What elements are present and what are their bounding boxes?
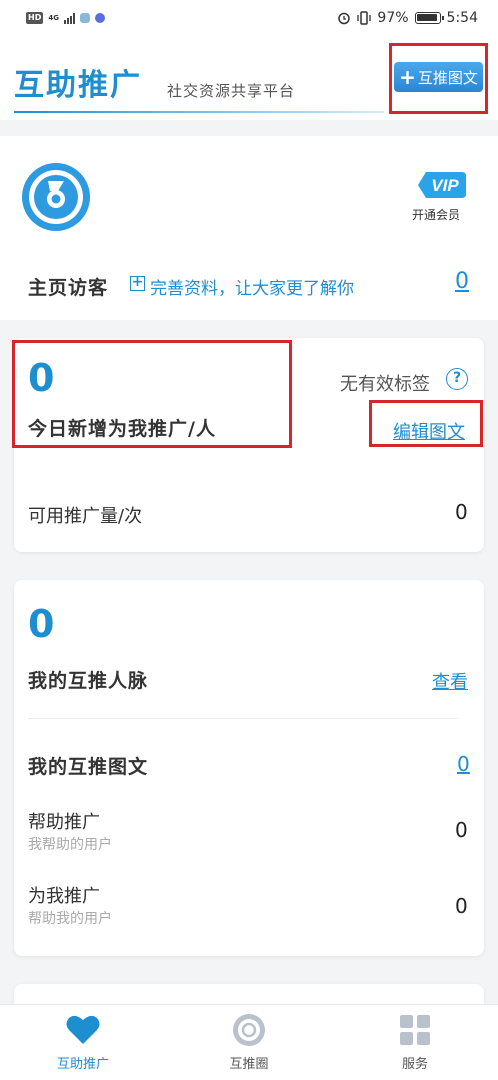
title-underline	[14, 111, 384, 113]
promo-card: 0 今日新增为我推广/人 无有效标签 ? 编辑图文 可用推广量/次 0	[12, 338, 484, 552]
status-left: HD 4G	[26, 12, 105, 24]
highlight-box	[12, 340, 292, 448]
heart-icon	[66, 1015, 100, 1044]
contacts-count: 0	[28, 602, 55, 646]
bottom-nav: 互助推广 互推圈 服务	[0, 1004, 498, 1080]
my-posts-label: 我的互推图文	[28, 756, 149, 778]
circle-icon	[233, 1014, 265, 1046]
nav-item-promote[interactable]: 互助推广	[0, 1005, 166, 1080]
grid-icon	[400, 1015, 430, 1045]
network-card: 0 我的互推人脉 查看 我的互推图文 0 帮助推广 我帮助的用户 0 为我推广 …	[14, 580, 484, 956]
signal-icon	[63, 12, 75, 24]
avatar[interactable]	[20, 161, 92, 233]
promote-me-label: 为我推广	[28, 886, 100, 907]
no-valid-tags: 无有效标签	[340, 374, 430, 395]
battery-icon	[414, 12, 444, 24]
status-bar: HD 4G 97% 5:54	[0, 0, 498, 36]
app-title: 互助推广	[14, 68, 142, 103]
nav-item-circle[interactable]: 互推圈	[166, 1005, 332, 1080]
view-contacts-link[interactable]: 查看	[432, 668, 468, 694]
hd-badge: HD	[26, 12, 44, 24]
help-promote-value[interactable]: 0	[455, 818, 468, 842]
visitors-title: 主页访客	[28, 277, 109, 299]
promote-me-sub: 帮助我的用户	[28, 911, 112, 927]
vibrate-icon	[357, 11, 372, 25]
help-promote-label: 帮助推广	[28, 812, 100, 833]
nav-label: 互推圈	[229, 1057, 269, 1072]
promote-me-value[interactable]: 0	[455, 894, 468, 918]
alarm-icon	[338, 12, 351, 25]
network-type: 4G	[48, 13, 59, 22]
vip-label[interactable]: 开通会员	[412, 206, 460, 223]
divider	[28, 718, 458, 719]
visitors-count[interactable]: 0	[455, 269, 469, 294]
my-posts-count[interactable]: 0	[457, 752, 470, 776]
highlight-box	[369, 400, 483, 447]
available-value: 0	[455, 500, 468, 524]
help-promote-sub: 我帮助的用户	[28, 837, 112, 853]
help-icon[interactable]: ?	[446, 368, 468, 390]
profile-section: VIP 开通会员 主页访客 + 完善资料，让大家更了解你 0	[0, 136, 498, 320]
status-right: 97% 5:54	[337, 10, 478, 26]
plus-square-icon[interactable]: +	[130, 275, 145, 291]
battery-percent: 97%	[377, 10, 409, 26]
available-label: 可用推广量/次	[28, 506, 143, 527]
contacts-label: 我的互推人脉	[28, 670, 149, 692]
app-header: 互助推广 社交资源共享平台 + 互推图文	[0, 36, 498, 120]
music-icon	[94, 13, 105, 23]
weather-icon	[79, 13, 90, 23]
nav-label: 互助推广	[56, 1057, 109, 1072]
vip-badge-icon[interactable]: VIP	[416, 170, 468, 200]
highlight-box	[389, 43, 488, 114]
clock: 5:54	[446, 10, 478, 26]
nav-item-service[interactable]: 服务	[332, 1005, 498, 1080]
vip-badge-text: VIP	[431, 176, 459, 195]
app-subtitle: 社交资源共享平台	[167, 82, 296, 100]
complete-profile-link[interactable]: 完善资料，让大家更了解你	[150, 274, 354, 299]
nav-label: 服务	[401, 1057, 428, 1072]
